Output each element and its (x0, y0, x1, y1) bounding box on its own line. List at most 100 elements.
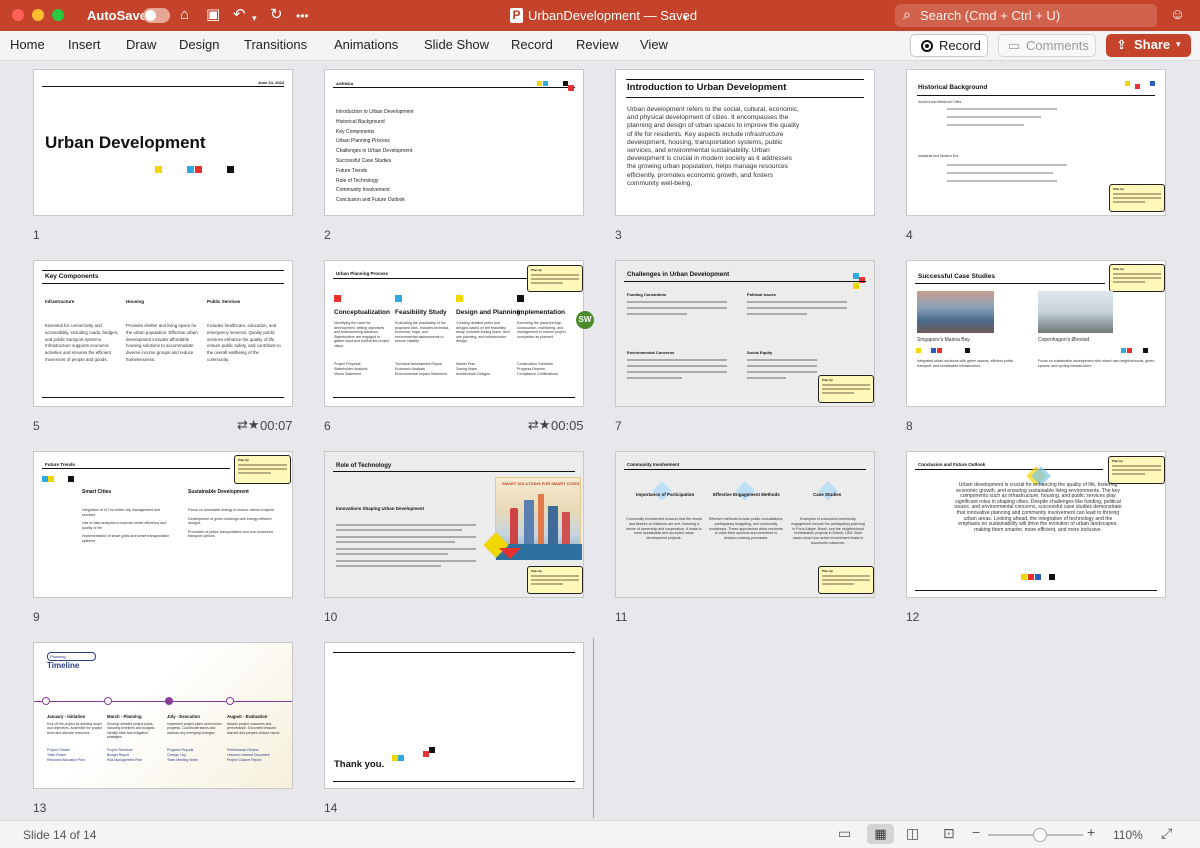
slide-thumbnail-13[interactable]: Planning Timeline January - Initiation M… (33, 642, 293, 789)
comments-button[interactable]: ▭ Comments (998, 34, 1096, 57)
tab-draw[interactable]: Draw (126, 37, 156, 52)
slide-counter: Slide 14 of 14 (23, 828, 97, 842)
slide-sorter-view-icon[interactable]: ▦ (867, 824, 894, 844)
sticky-note[interactable]: Plan tip (527, 265, 583, 292)
agenda-item: Urban Planning Process (336, 138, 390, 145)
deco-square (853, 283, 859, 289)
bullet-lines (947, 164, 1067, 182)
sticky-note[interactable]: Plan tip (1109, 264, 1165, 292)
home-icon[interactable]: ⌂ (180, 6, 189, 24)
note-label: Plan tip (1112, 459, 1123, 463)
zoom-out-icon[interactable]: − (972, 824, 980, 840)
tab-view[interactable]: View (640, 37, 668, 52)
reading-view-icon[interactable]: ◫ (906, 825, 919, 842)
slide-number: 5 (33, 419, 40, 433)
agenda-item: Future Trends (336, 167, 368, 174)
zoom-in-icon[interactable]: + (1087, 824, 1095, 840)
collaborator-avatar[interactable]: SW (576, 311, 594, 329)
title-chevron-icon[interactable]: ▾ (683, 9, 688, 27)
deco-square (1143, 348, 1148, 353)
zoom-slider[interactable] (988, 828, 1083, 842)
divider-line (626, 97, 864, 98)
slide-title: Key Components (45, 273, 99, 280)
record-label: Record (939, 38, 981, 53)
slide-thumbnail-12[interactable]: Conclusion and Future Outlook Plan tip U… (906, 451, 1166, 598)
fit-to-window-icon[interactable]: ⤢ (1161, 825, 1172, 842)
slide-body: Urban development refers to the social, … (627, 106, 800, 187)
sticky-note[interactable]: Plan tip (1109, 184, 1165, 212)
slide-timing: 00:05 (551, 418, 584, 433)
agenda-item: Conclusion and Future Outlook (336, 197, 405, 204)
sticky-note[interactable]: Plan tip (1108, 456, 1165, 484)
record-button[interactable]: Record (910, 34, 988, 57)
blue-diamond (735, 481, 755, 501)
slide-thumbnail-5[interactable]: Key Components Infrastructure Housing Pu… (33, 260, 293, 407)
insertion-cursor (593, 638, 594, 818)
sticky-note[interactable]: Plan tip (527, 566, 583, 594)
phase-text: Implement project plans and monitor prog… (167, 722, 222, 735)
tab-design[interactable]: Design (179, 37, 219, 52)
tab-slide-show[interactable]: Slide Show (424, 37, 489, 52)
minimize-window-button[interactable] (32, 9, 44, 21)
presenter-view-icon[interactable]: ⊡ (943, 825, 955, 842)
slide-number: 6 (324, 419, 331, 433)
deco-square (965, 348, 970, 353)
tab-home[interactable]: Home (10, 37, 45, 52)
column-heading: Feasibility Study (395, 309, 447, 316)
slide-thumbnail-2[interactable]: AGENDA Introduction to Urban Development… (324, 69, 584, 216)
slide-thumbnail-1[interactable]: June 24, 2024 Urban Development (33, 69, 293, 216)
slide-thumbnail-8[interactable]: Successful Case Studies Plan tip Singapo… (906, 260, 1166, 407)
search-icon: ⌕ (903, 6, 911, 22)
zoom-level[interactable]: 110% (1113, 828, 1143, 842)
deco-square (1150, 81, 1155, 86)
slide-thumbnail-3[interactable]: Introduction to Urban Development Urban … (615, 69, 875, 216)
note-label: Plan tip (822, 569, 833, 573)
share-icon: ⇪ (1116, 37, 1127, 52)
slide-thumbnail-9[interactable]: Future Trends Plan tip Smart Cities Sust… (33, 451, 293, 598)
slide-title: Urban Planning Process (336, 271, 389, 276)
slide-subtitle: Innovations Shaping Urban Development (336, 506, 425, 511)
slide-thumbnail-11[interactable]: Community Involvement Importance of Part… (615, 451, 875, 598)
zoom-slider-thumb[interactable] (1033, 828, 1048, 842)
deliverable: Compliance Certifications (517, 372, 558, 376)
close-window-button[interactable] (12, 9, 24, 21)
normal-view-icon[interactable]: ▭ (838, 825, 851, 842)
divider-line (917, 95, 1155, 96)
sticky-note[interactable]: Plan tip (818, 566, 874, 594)
more-icon[interactable]: ••• (296, 7, 309, 25)
save-icon[interactable]: ▣ (206, 6, 220, 24)
slide-thumbnail-4[interactable]: Historical Background Ancient and Mediev… (906, 69, 1166, 216)
undo-dropdown-icon[interactable]: ▾ (252, 9, 257, 27)
slide-thumbnail-6[interactable]: Urban Planning Process Plan tip Conceptu… (324, 260, 584, 407)
tab-review[interactable]: Review (576, 37, 619, 52)
sticky-note[interactable]: Plan tip (234, 455, 291, 484)
note-label: Plan tip (1113, 267, 1124, 271)
divider-line (42, 397, 284, 398)
account-icon[interactable]: ☺ (1170, 6, 1185, 24)
timeline-dot (104, 697, 112, 705)
challenge-heading: Political Issues (747, 292, 776, 297)
column-text: Includes healthcare, education, and emer… (207, 323, 281, 362)
slide-thumbnail-14[interactable]: Thank you. (324, 642, 584, 789)
deliverables: Construction Schedule Progress Reports Com… (517, 362, 558, 377)
autosave-toggle[interactable] (143, 8, 170, 23)
phase-item: Project Closure Report (227, 758, 262, 762)
slide-thumbnail-10[interactable]: Role of Technology Innovations Shaping U… (324, 451, 584, 598)
text-lines (747, 301, 847, 315)
tab-transitions[interactable]: Transitions (244, 37, 307, 52)
slide-thumbnail-7[interactable]: Challenges in Urban Development Funding … (615, 260, 875, 407)
share-button[interactable]: ⇪ Share ▾ (1106, 34, 1191, 57)
tab-animations[interactable]: Animations (334, 37, 398, 52)
sticky-note[interactable]: Plan tip (818, 375, 874, 403)
tab-record[interactable]: Record (511, 37, 553, 52)
text-lines (627, 301, 727, 315)
share-chevron-icon: ▾ (1176, 39, 1181, 49)
redo-icon[interactable]: ↻ (270, 6, 283, 24)
tab-insert[interactable]: Insert (68, 37, 101, 52)
search-box[interactable]: ⌕ Search (Cmd + Ctrl + U) (895, 4, 1157, 27)
zoom-window-button[interactable] (52, 9, 64, 21)
undo-icon[interactable]: ↶ (233, 6, 246, 24)
challenge-heading: Environmental Concerns (627, 350, 675, 355)
slide-number: 3 (615, 228, 622, 242)
slide-sorter: June 24, 2024 Urban Development 1 AGENDA… (0, 61, 1200, 820)
